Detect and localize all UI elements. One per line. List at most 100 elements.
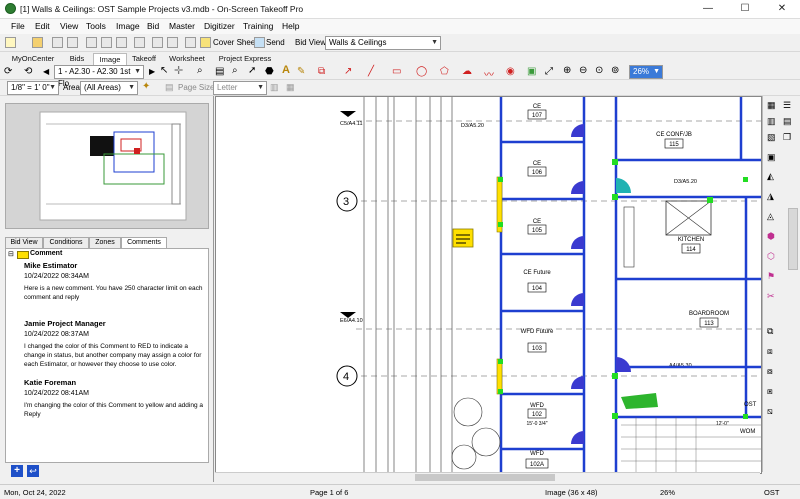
callout-icon[interactable]: ⧉ <box>318 66 325 77</box>
thumbnail-icon[interactable]: ▣ <box>767 152 776 163</box>
arrow-tool-icon[interactable]: ↗ <box>344 66 352 77</box>
copy-page-icon[interactable]: ❐ <box>783 132 791 143</box>
takeoff-area[interactable] <box>621 393 658 409</box>
scroll-thumb[interactable] <box>415 474 555 481</box>
redo-icon[interactable] <box>167 37 178 48</box>
paste-icon[interactable] <box>116 37 127 48</box>
menu-bid[interactable]: Bid <box>147 21 159 31</box>
ungroup-icon[interactable]: ⧈ <box>767 346 773 357</box>
vertical-scrollbar[interactable] <box>788 208 798 270</box>
cover-sheet-button[interactable]: Cover Sheet <box>213 38 257 47</box>
page-print-icon[interactable]: ▦ <box>286 82 295 93</box>
grid-icon[interactable]: ▦ <box>767 100 776 111</box>
wand-icon[interactable]: ✦ <box>142 81 150 92</box>
tab-takeoff[interactable]: Takeoff <box>127 53 161 64</box>
previous-page-icon[interactable]: ◀ <box>43 67 49 76</box>
polygon-icon[interactable]: ⬡ <box>767 251 775 262</box>
add-comment-icon[interactable]: + <box>11 465 23 477</box>
maximize-button[interactable]: ☐ <box>727 0 763 18</box>
send-back-icon[interactable]: ⧆ <box>767 386 773 397</box>
print-icon[interactable] <box>52 37 63 48</box>
zoom-fit-icon[interactable]: ⊚ <box>611 65 619 76</box>
markup-icon[interactable]: ▧ <box>767 132 776 143</box>
area-icon[interactable]: ◮ <box>767 191 774 202</box>
delete-icon[interactable] <box>134 37 145 48</box>
line-tool-icon[interactable]: ╱ <box>368 66 374 77</box>
count-icon[interactable]: ◬ <box>767 211 774 222</box>
select-arrow-icon[interactable]: ↖ <box>160 65 168 76</box>
cover-sheet-icon[interactable] <box>200 37 211 48</box>
undo-icon[interactable] <box>152 37 163 48</box>
search-icon[interactable]: ⌕ <box>232 65 238 76</box>
collapse-icon[interactable]: ⊟ <box>8 250 14 258</box>
fit-width-icon[interactable]: ⤢ <box>545 66 553 77</box>
polygon-tool-icon[interactable]: ⬠ <box>440 66 449 77</box>
bring-front-icon[interactable]: ⧅ <box>767 406 773 417</box>
zoom-out-icon[interactable]: ⊖ <box>579 65 587 76</box>
new-icon[interactable] <box>5 37 16 48</box>
page-thumbnail[interactable] <box>5 103 209 229</box>
tab-myoncenter[interactable]: MyOnCenter <box>5 53 61 64</box>
refresh-all-icon[interactable]: ⟲ <box>24 66 32 77</box>
zoom-area-icon[interactable]: ⌕ <box>197 65 203 76</box>
horizontal-scrollbar[interactable] <box>215 472 760 483</box>
send-button[interactable]: Send <box>266 38 285 47</box>
pan-icon[interactable]: ✛ <box>174 64 183 77</box>
highlighter-icon[interactable]: ✎ <box>297 66 305 77</box>
menu-file[interactable]: File <box>11 21 25 31</box>
send-icon[interactable] <box>254 37 265 48</box>
next-page-icon[interactable]: ▶ <box>149 67 155 76</box>
menu-training[interactable]: Training <box>243 21 273 31</box>
comment-note-icon[interactable] <box>452 228 474 248</box>
zoom-in-icon[interactable]: ⊕ <box>563 65 571 76</box>
minimize-button[interactable]: — <box>690 0 726 18</box>
text-annotation-icon[interactable]: A <box>282 64 290 76</box>
drawing-canvas[interactable]: 3 4 C5/A4.11 E6/A4.10 D3/A5.20 A4/A5.30 … <box>215 96 762 474</box>
close-button[interactable]: ✕ <box>764 0 800 18</box>
menu-digitizer[interactable]: Digitizer <box>204 21 235 31</box>
cutout-icon[interactable]: ✂ <box>767 291 775 302</box>
ellipse-tool-icon[interactable]: ◯ <box>416 66 427 77</box>
linear-icon[interactable]: ◭ <box>767 171 774 182</box>
flag-icon[interactable]: ⚑ <box>767 271 775 282</box>
tab-project-express[interactable]: Project Express <box>214 53 276 64</box>
highlight-marker[interactable] <box>496 358 503 395</box>
list-icon[interactable]: ☰ <box>783 100 791 111</box>
bid-view-select[interactable]: Walls & Ceilings ▼ <box>325 36 441 50</box>
menu-image[interactable]: Image <box>116 21 140 31</box>
freehand-tool-icon[interactable]: 〰 <box>484 66 494 81</box>
print-preview-icon[interactable] <box>67 37 78 48</box>
shape-icon[interactable]: ⬢ <box>767 231 775 242</box>
rectangle-tool-icon[interactable]: ▭ <box>392 66 401 77</box>
stamp-tool-icon[interactable]: ◉ <box>506 66 515 77</box>
overlay-icon[interactable]: ▣ <box>527 66 536 77</box>
menu-edit[interactable]: Edit <box>35 21 50 31</box>
open-folder-icon[interactable] <box>32 37 43 48</box>
layers-icon[interactable]: ▥ <box>767 116 776 127</box>
pointer-icon[interactable]: ➚ <box>248 65 256 76</box>
page-icon[interactable]: ▤ <box>215 66 224 77</box>
table-icon[interactable]: ▤ <box>783 116 792 127</box>
align-icon[interactable]: ⧇ <box>767 366 773 377</box>
page-setup-icon[interactable]: ▥ <box>270 82 279 93</box>
refresh-icon[interactable]: ⟳ <box>4 66 12 77</box>
scale-select[interactable]: 1/8" = 1' 0" ▼ <box>7 81 59 95</box>
page-select[interactable]: 1 - A2.30 - A2.30 1st Flo ▼ <box>54 65 144 88</box>
zoom-100-icon[interactable]: ⊙ <box>595 65 603 76</box>
tab-bids[interactable]: Bids <box>62 53 92 64</box>
group-icon[interactable]: ⧉ <box>767 326 773 337</box>
reply-icon[interactable]: ↩ <box>27 465 39 477</box>
tab-worksheet[interactable]: Worksheet <box>165 53 209 64</box>
menu-tools[interactable]: Tools <box>86 21 106 31</box>
menu-view[interactable]: View <box>60 21 78 31</box>
menu-master[interactable]: Master <box>169 21 195 31</box>
zoom-select[interactable]: 26% ▼ <box>629 65 663 79</box>
cloud-tool-icon[interactable]: ☁ <box>462 66 472 77</box>
shape-icon[interactable]: ⬣ <box>265 66 274 77</box>
cut-icon[interactable] <box>86 37 97 48</box>
page-size-icon[interactable]: ▤ <box>165 82 174 93</box>
copy-icon[interactable] <box>101 37 112 48</box>
properties-icon[interactable] <box>185 37 196 48</box>
area-select[interactable]: (All Areas) ▼ <box>80 81 138 95</box>
menu-help[interactable]: Help <box>282 21 299 31</box>
